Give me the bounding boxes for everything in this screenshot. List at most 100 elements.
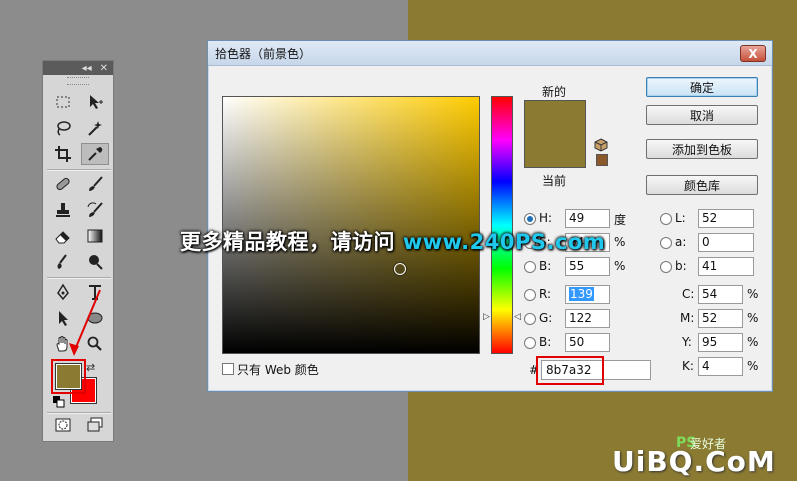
- hand-icon: [56, 336, 68, 352]
- type-tool[interactable]: [81, 281, 109, 303]
- panel-grip[interactable]: [67, 77, 89, 85]
- lab-l-radio[interactable]: [660, 213, 672, 225]
- cancel-button[interactable]: 取消: [646, 105, 758, 125]
- foreground-highlight-box: [51, 359, 86, 394]
- eyedropper-tool[interactable]: [81, 143, 109, 165]
- green-radio[interactable]: [524, 313, 536, 325]
- crop-tool[interactable]: [49, 143, 77, 165]
- blur-tool[interactable]: [49, 251, 77, 273]
- lasso-tool[interactable]: [49, 117, 77, 139]
- brightness-label: B:: [539, 259, 552, 273]
- saturation-brightness-field[interactable]: [222, 96, 480, 354]
- color-libraries-button[interactable]: 颜色库: [646, 175, 758, 195]
- dodge-tool[interactable]: [81, 251, 109, 273]
- ellipse-icon: [87, 312, 103, 324]
- hex-highlight-box: [536, 356, 604, 385]
- cube-icon[interactable]: [594, 138, 608, 152]
- hue-unit: 度: [614, 213, 627, 227]
- blue-input[interactable]: 50: [565, 333, 610, 352]
- watermark-text: 更多精品教程，请访问 www.240PS.com: [180, 226, 605, 256]
- color-preview: [524, 100, 586, 168]
- green-label: G:: [539, 311, 553, 325]
- lab-b-radio[interactable]: [660, 261, 672, 273]
- screen-mode-icon: [87, 417, 103, 432]
- marquee-icon: [56, 96, 70, 108]
- color-picker-ring[interactable]: [394, 263, 406, 275]
- pen-tool[interactable]: [49, 281, 77, 303]
- cyan-input[interactable]: 54: [698, 285, 743, 304]
- pen-icon: [57, 283, 69, 301]
- hue-slider[interactable]: [491, 96, 513, 354]
- green-input[interactable]: 122: [565, 309, 610, 328]
- red-label: R:: [539, 287, 552, 301]
- hand-tool[interactable]: [49, 333, 77, 355]
- brightness-input[interactable]: 55: [565, 257, 610, 276]
- dialog-title: 拾色器（前景色）: [215, 46, 312, 61]
- lab-a-input[interactable]: 0: [698, 233, 754, 252]
- swap-colors-icon[interactable]: ⇄: [86, 361, 95, 374]
- close-button[interactable]: X: [740, 45, 766, 62]
- yellow-input[interactable]: 95: [698, 333, 743, 352]
- type-icon: [89, 285, 101, 300]
- path-select-icon: [59, 311, 68, 326]
- hue-slider-left-marker[interactable]: ▷: [483, 312, 490, 322]
- dialog-titlebar[interactable]: 拾色器（前景色）: [208, 41, 772, 66]
- stamp-icon: [56, 203, 70, 217]
- shape-tool[interactable]: [81, 307, 109, 329]
- red-radio[interactable]: [524, 289, 536, 301]
- history-brush-tool[interactable]: [81, 199, 109, 221]
- lab-b-label: b:: [675, 259, 687, 273]
- hue-radio[interactable]: [524, 213, 536, 225]
- brand-logo: UiBQ.CoM: [612, 445, 776, 478]
- tool-separator: [47, 277, 111, 279]
- ok-button[interactable]: 确定: [646, 77, 758, 97]
- watermark-site: www.240PS.com: [402, 230, 606, 254]
- lab-a-label: a:: [675, 235, 687, 249]
- eyedropper-icon: [88, 147, 103, 161]
- magenta-label: M:: [680, 311, 695, 325]
- eraser-tool[interactable]: [49, 225, 77, 247]
- current-color-label: 当前: [542, 174, 567, 188]
- brightness-radio[interactable]: [524, 261, 536, 273]
- path-selection-tool[interactable]: [49, 307, 77, 329]
- tool-separator: [47, 169, 111, 171]
- history-brush-icon: [87, 202, 103, 217]
- close-icon[interactable]: ✕: [100, 63, 108, 74]
- cyan-unit: %: [747, 287, 759, 301]
- crop-icon: [55, 146, 71, 162]
- collapse-icon[interactable]: ◂◂: [82, 63, 92, 74]
- blue-radio[interactable]: [524, 337, 536, 349]
- saturation-unit: %: [614, 235, 626, 249]
- magic-wand-icon: [88, 121, 102, 136]
- brightness-unit: %: [614, 259, 626, 273]
- screen-mode-button[interactable]: [81, 414, 109, 436]
- healing-brush-tool[interactable]: [49, 173, 77, 195]
- gradient-tool[interactable]: [81, 225, 109, 247]
- magnifier-icon: [87, 336, 102, 351]
- move-tool[interactable]: [81, 91, 109, 113]
- websafe-swatch[interactable]: [596, 154, 608, 166]
- clone-stamp-tool[interactable]: [49, 199, 77, 221]
- hue-label: H:: [539, 211, 553, 225]
- red-input-value: 139: [569, 287, 594, 301]
- brush-tool[interactable]: [81, 173, 109, 195]
- zoom-tool[interactable]: [81, 333, 109, 355]
- red-input[interactable]: 139: [565, 285, 610, 304]
- lab-a-radio[interactable]: [660, 237, 672, 249]
- lab-l-label: L:: [675, 211, 686, 225]
- default-colors-icon[interactable]: [53, 396, 65, 408]
- hue-slider-right-marker[interactable]: ◁: [514, 312, 521, 322]
- black-input[interactable]: 4: [698, 357, 743, 376]
- quick-mask-button[interactable]: [49, 414, 77, 436]
- web-colors-label: 只有 Web 颜色: [237, 363, 319, 377]
- add-to-swatches-button[interactable]: 添加到色板: [646, 139, 758, 159]
- lab-l-input[interactable]: 52: [698, 209, 754, 228]
- magic-wand-tool[interactable]: [81, 117, 109, 139]
- magenta-input[interactable]: 52: [698, 309, 743, 328]
- smudge-icon: [57, 254, 67, 269]
- marquee-tool[interactable]: [49, 91, 77, 113]
- move-icon: [90, 95, 103, 109]
- brush-icon: [89, 176, 103, 191]
- web-colors-checkbox[interactable]: [222, 363, 234, 375]
- lab-b-input[interactable]: 41: [698, 257, 754, 276]
